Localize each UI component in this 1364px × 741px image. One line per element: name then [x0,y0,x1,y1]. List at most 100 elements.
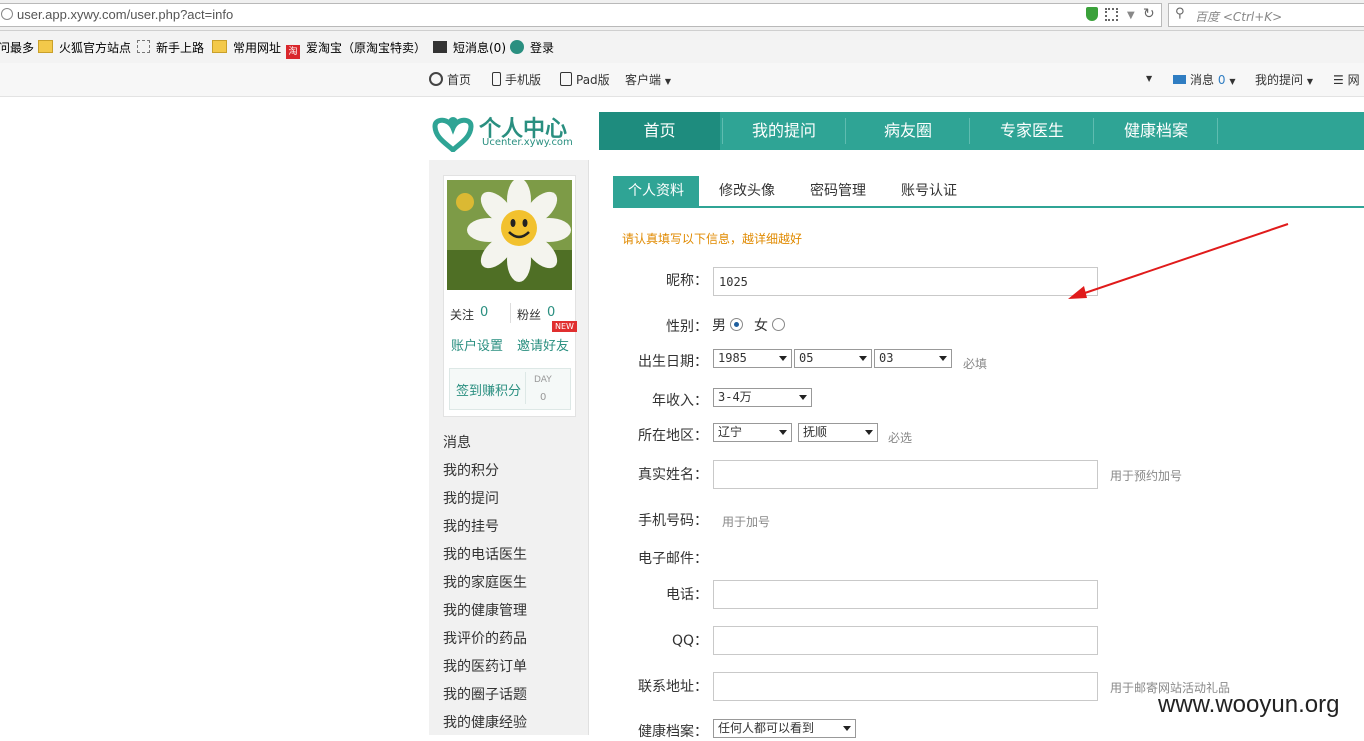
day-label: DAY [534,375,552,385]
shield-icon[interactable] [1086,7,1098,21]
folder-icon [212,40,227,53]
sidebar-item-points[interactable]: 我的积分 [443,460,499,480]
bookmark-folder[interactable]: 火狐官方站点 [38,39,131,56]
realname-hint: 用于预约加号 [1110,469,1183,483]
browser-search-box[interactable]: ⚲ 百度 <Ctrl+K> [1168,3,1364,27]
annotation-arrow [1068,223,1289,299]
sidebar-item-family-doctor[interactable]: 我的家庭医生 [443,572,527,592]
account-settings-link[interactable]: 账户设置 [451,335,503,354]
form-notice: 请认真填写以下信息，越详细越好 [622,232,803,246]
top-pad-link[interactable]: Pad版 [560,71,610,88]
nav-health-records[interactable]: 健康档案 [1094,112,1218,150]
reload-icon[interactable]: ↻ [1143,6,1155,22]
nav-home[interactable]: 首页 [599,112,720,150]
checkin-button[interactable]: 签到赚积分 [456,380,521,399]
browser-toolbar: user.app.xywy.com/user.php?act=info ▼ ↻ … [0,0,1364,31]
message-icon [433,41,447,53]
tab-account-verification[interactable]: 账号认证 [886,176,972,207]
city-select[interactable]: 抚顺 [798,423,878,442]
sidebar-item-rated-drugs[interactable]: 我评价的药品 [443,628,527,648]
bookmark-item[interactable]: 问最多 [0,39,34,56]
phone-icon [492,72,501,86]
bookmark-folder[interactable]: 常用网址 [212,39,281,56]
income-label: 年收入： [652,393,708,409]
bookmark-item[interactable]: 淘爱淘宝（原淘宝特卖） [286,39,426,59]
realname-label: 真实姓名： [638,467,708,483]
income-select[interactable]: 3-4万 [713,388,812,407]
birth-required-hint: 必填 [963,357,988,371]
taobao-icon: 淘 [286,45,300,59]
new-badge: NEW [552,321,577,332]
address-bar[interactable]: user.app.xywy.com/user.php?act=info ▼ ↻ [0,3,1162,27]
bookmark-item[interactable]: 登录 [510,39,554,56]
nav-my-questions[interactable]: 我的提问 [723,112,845,150]
address-label: 联系地址： [638,679,708,695]
sidebar-item-phone-doctor[interactable]: 我的电话医生 [443,544,527,564]
address-input[interactable] [713,672,1098,701]
bookmark-item[interactable]: 新手上路 [137,39,204,56]
logo-icon[interactable] [429,114,477,154]
top-home-link[interactable]: 首页 [429,71,471,88]
tab-avatar[interactable]: 修改头像 [704,176,790,207]
avatar[interactable] [447,180,572,290]
sidebar-item-questions[interactable]: 我的提问 [443,488,499,508]
page-icon [137,40,150,53]
nickname-input[interactable]: 1025 [713,267,1098,296]
url-text: user.app.xywy.com/user.php?act=info [17,7,234,22]
fans-count[interactable]: 0 [547,305,555,320]
tablet-icon [560,72,572,86]
home-icon [429,72,443,86]
phone-hint: 用于加号 [722,515,771,529]
tab-profile[interactable]: 个人资料 [613,176,699,207]
email-label: 电子邮件： [638,551,708,567]
globe-icon [1,8,13,20]
province-select[interactable]: 辽宁 [713,423,792,442]
sidebar-item-circle-topics[interactable]: 我的圈子话题 [443,684,527,704]
gender-male-option[interactable]: 男 [712,315,744,335]
top-client-menu[interactable]: 客户端 ▼ [625,71,671,88]
top-my-questions-menu[interactable]: 我的提问 ▼ [1255,71,1313,88]
realname-input[interactable] [713,460,1098,489]
qq-input[interactable] [713,626,1098,655]
radio-male[interactable] [730,318,744,331]
dropdown-icon[interactable]: ▼ [1127,10,1135,21]
site-top-nav: 首页 手机版 Pad版 客户端 ▼ ▼ 消息 0 ▼ 我的提问 ▼ ☰ 网 [0,63,1364,97]
search-placeholder: 百度 <Ctrl+K> [1195,10,1283,24]
qq-label: QQ： [671,633,708,649]
health-record-privacy-select[interactable]: 任何人都可以看到 [713,719,856,738]
birth-year-select[interactable]: 1985 [713,349,792,368]
sidebar-item-health-experience[interactable]: 我的健康经验 [443,712,527,732]
health-record-label: 健康档案： [638,724,708,740]
sidebar-item-drug-orders[interactable]: 我的医药订单 [443,656,527,676]
invite-friends-link[interactable]: 邀请好友 [517,335,569,354]
gender-female-option[interactable]: 女 [754,315,786,335]
follow-count[interactable]: 0 [480,305,488,320]
region-label: 所在地区： [638,428,708,444]
bookmark-item[interactable]: 短消息(0) [433,39,506,56]
caret-down-icon[interactable]: ▼ [1146,74,1152,83]
tab-password[interactable]: 密码管理 [795,176,881,207]
birth-day-select[interactable]: 03 [874,349,952,368]
logo-subtitle: Ucenter.xywy.com [482,137,573,148]
sidebar-item-registrations[interactable]: 我的挂号 [443,516,499,536]
nav-expert-doctors[interactable]: 专家医生 [970,112,1094,150]
gender-label: 性别： [666,319,708,335]
top-mobile-link[interactable]: 手机版 [492,71,541,88]
top-messages-menu[interactable]: 消息 0 ▼ [1173,71,1235,88]
main-nav: 首页 我的提问 病友圈 专家医生 健康档案 [599,112,1364,150]
radio-female[interactable] [772,318,786,331]
fans-label: 粉丝 [517,308,542,322]
tel-input[interactable] [713,580,1098,609]
list-icon: ☰ [1333,73,1344,87]
top-more-menu[interactable]: ☰ 网 [1333,71,1360,88]
follow-label: 关注 [450,308,475,322]
sidebar-item-health-management[interactable]: 我的健康管理 [443,600,527,620]
nav-patient-circle[interactable]: 病友圈 [846,112,970,150]
search-icon: ⚲ [1175,6,1185,21]
sidebar-item-messages[interactable]: 消息 [443,432,471,452]
nickname-label: 昵称： [666,273,708,289]
bookmarks-bar: 问最多 火狐官方站点 新手上路 常用网址 淘爱淘宝（原淘宝特卖） 短消息(0) … [0,31,1364,64]
qrcode-icon[interactable] [1105,8,1118,21]
divider [510,303,511,323]
birth-month-select[interactable]: 05 [794,349,872,368]
